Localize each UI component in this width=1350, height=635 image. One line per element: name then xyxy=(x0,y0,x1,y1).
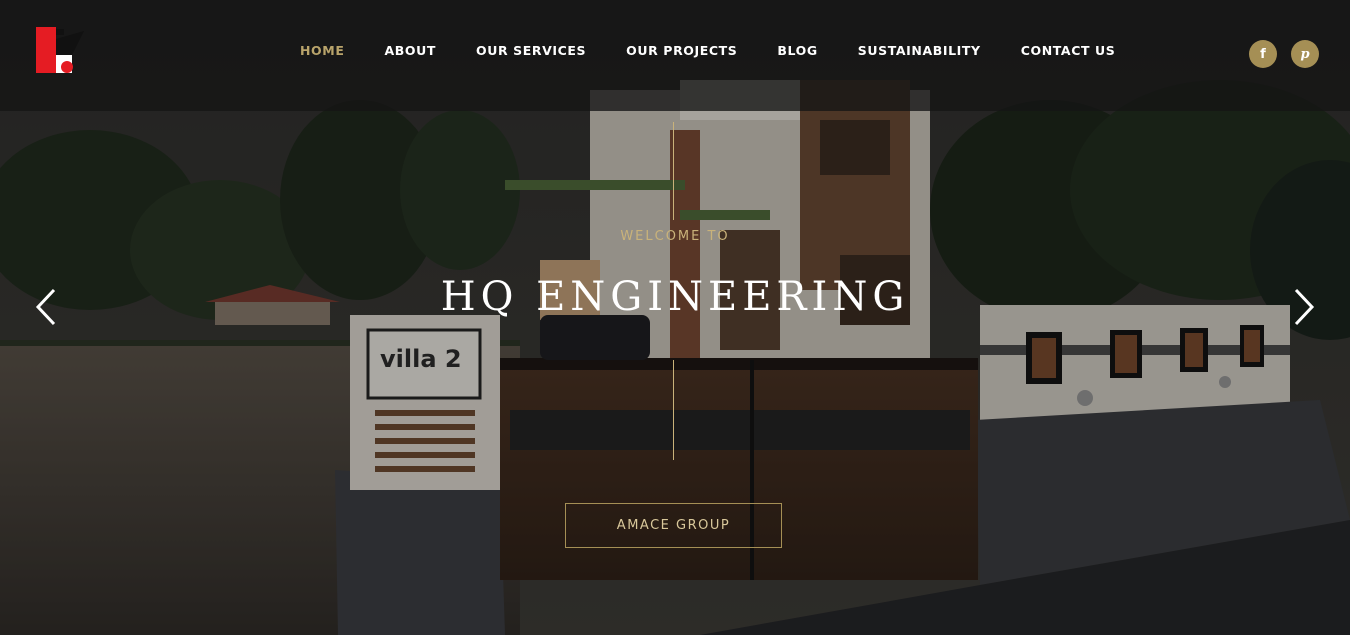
nav-about[interactable]: ABOUT xyxy=(384,43,436,58)
chevron-left-icon[interactable] xyxy=(34,287,58,327)
main-navigation: HOME ABOUT OUR SERVICES OUR PROJECTS BLO… xyxy=(300,43,1115,58)
pinterest-icon[interactable]: p xyxy=(1291,40,1319,68)
decorative-line-bottom xyxy=(673,360,674,460)
nav-blog[interactable]: BLOG xyxy=(777,43,817,58)
pinterest-glyph: p xyxy=(1300,46,1310,62)
nav-our-services[interactable]: OUR SERVICES xyxy=(476,43,586,58)
hero-welcome-text: WELCOME TO xyxy=(620,229,730,244)
site-header: HOME ABOUT OUR SERVICES OUR PROJECTS BLO… xyxy=(0,0,1350,111)
company-logo[interactable] xyxy=(34,27,86,75)
hero-title: HQ ENGINEERING xyxy=(440,274,910,320)
facebook-icon[interactable]: f xyxy=(1249,40,1277,68)
logo-icon xyxy=(36,27,84,73)
decorative-line-top xyxy=(673,122,674,220)
facebook-glyph: f xyxy=(1260,46,1266,62)
chevron-right-icon[interactable] xyxy=(1292,287,1316,327)
nav-our-projects[interactable]: OUR PROJECTS xyxy=(626,43,737,58)
amace-group-button[interactable]: AMACE GROUP xyxy=(565,503,782,548)
nav-home[interactable]: HOME xyxy=(300,43,344,58)
nav-contact-us[interactable]: CONTACT US xyxy=(1021,43,1116,58)
nav-sustainability[interactable]: SUSTAINABILITY xyxy=(858,43,981,58)
